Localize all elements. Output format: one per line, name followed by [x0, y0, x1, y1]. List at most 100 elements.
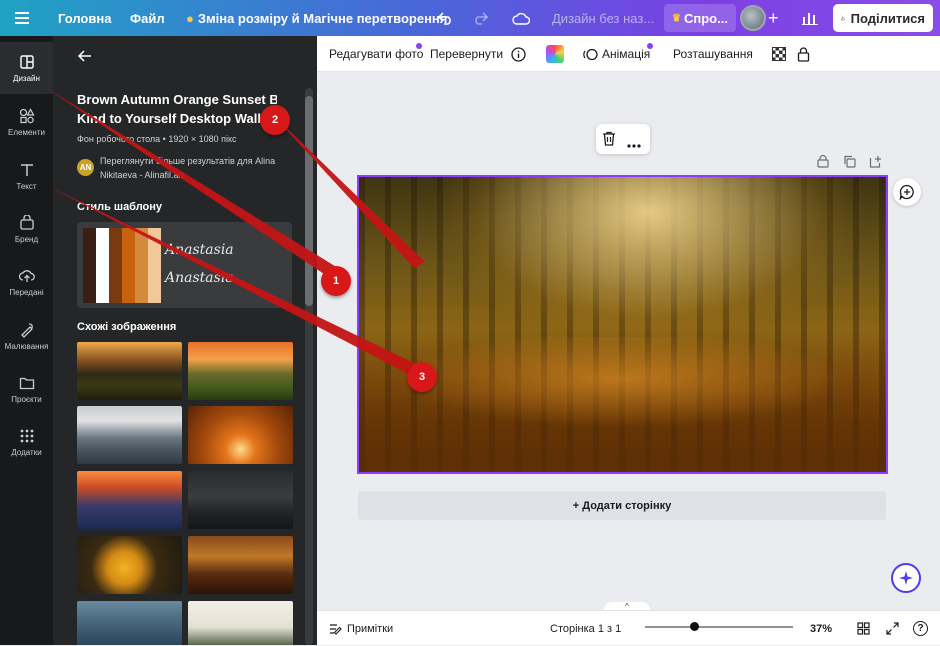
zoom-level[interactable]: 37%: [810, 611, 832, 646]
font-preview: Anastasia: [165, 242, 234, 258]
upgrade-button[interactable]: ♛ Спро...: [664, 4, 736, 32]
lock-icon: [817, 154, 829, 168]
palette-swatch: [122, 228, 135, 303]
edit-photo-button[interactable]: Редагувати фото: [329, 36, 423, 72]
pro-badge: [647, 43, 653, 49]
menu-button[interactable]: [15, 0, 29, 36]
annotation-marker-3: 3: [407, 362, 437, 392]
duplicate-page-button[interactable]: [843, 155, 857, 169]
resize-button[interactable]: ● Зміна розміру й Магічне перетворення: [186, 0, 447, 36]
template-meta: Фон робочого стола • 1920 × 1080 пікс: [77, 134, 237, 144]
similar-image-thumbnail[interactable]: [77, 342, 182, 400]
upload-icon: [18, 269, 35, 282]
lock-page-button[interactable]: [817, 154, 831, 169]
similar-image-thumbnail[interactable]: [77, 536, 182, 594]
bottom-bar: Примітки Сторінка 1 з 1 37% ?: [317, 610, 940, 645]
lock-button[interactable]: [797, 36, 810, 72]
similar-image-thumbnail[interactable]: [188, 342, 293, 400]
redo-icon: [475, 12, 488, 25]
magic-assistant-button[interactable]: [891, 563, 921, 593]
rail-item-apps[interactable]: Додатки: [0, 416, 53, 468]
rail-item-draw[interactable]: Малювання: [0, 310, 53, 362]
annotation-marker-1: 1: [321, 266, 351, 296]
info-button[interactable]: [511, 36, 526, 72]
design-page[interactable]: [357, 175, 888, 474]
color-button[interactable]: [546, 36, 564, 72]
template-style-card[interactable]: Anastasia Anastasia: [77, 222, 292, 308]
add-comment-button[interactable]: [893, 178, 921, 206]
color-palette-icon: [546, 45, 564, 63]
grid-icon: [857, 622, 870, 635]
add-page-bar[interactable]: + Додати сторінку: [358, 491, 886, 520]
top-bar: Головна Файл ● Зміна розміру й Магічне п…: [0, 0, 940, 36]
analytics-button[interactable]: [802, 0, 818, 36]
flip-button[interactable]: Перевернути: [430, 36, 503, 72]
similar-image-thumbnail[interactable]: [77, 406, 182, 464]
rail-item-brand[interactable]: Бренд: [0, 203, 53, 255]
notes-icon: [330, 623, 342, 635]
palette-swatch: [83, 228, 96, 303]
notes-button[interactable]: Примітки: [329, 611, 393, 646]
context-toolbar: Редагувати фото Перевернути Анімація Роз…: [317, 36, 940, 72]
transparency-button[interactable]: [772, 36, 786, 72]
template-style-heading: Стиль шаблону: [77, 201, 163, 213]
brand-icon: [19, 214, 34, 230]
template-title-line: Brown Autumn Orange Sunset Be: [77, 92, 277, 107]
trash-icon: [603, 131, 615, 146]
position-button[interactable]: Розташування: [673, 36, 753, 72]
leaf-ground: [359, 337, 886, 472]
rail-label: Малювання: [4, 341, 49, 351]
rail-label: Елементи: [8, 127, 45, 137]
apps-icon: [20, 429, 33, 442]
rail-item-text[interactable]: Текст: [0, 150, 53, 202]
rail-label: Додатки: [11, 447, 42, 457]
palette-swatch: [148, 228, 161, 303]
cloud-save-button[interactable]: [512, 0, 530, 36]
shapes-icon: [19, 107, 35, 123]
similar-image-thumbnail[interactable]: [188, 406, 293, 464]
rail-item-design[interactable]: Дизайн: [0, 42, 53, 94]
design-name[interactable]: Дизайн без наз...: [552, 0, 654, 36]
animation-label: Анімація: [602, 47, 651, 61]
file-menu[interactable]: Файл: [130, 0, 165, 36]
folder-icon: [19, 377, 34, 389]
share-button[interactable]: Поділитися: [833, 4, 933, 32]
author-link[interactable]: Переглянути більше результатів для Alina…: [100, 154, 300, 182]
grid-view-button[interactable]: [857, 611, 870, 646]
undo-icon: [438, 12, 451, 25]
similar-image-thumbnail[interactable]: [77, 601, 182, 645]
animation-button[interactable]: Анімація: [583, 36, 650, 72]
similar-image-thumbnail[interactable]: [188, 601, 293, 645]
cloud-check-icon: [512, 12, 530, 25]
page-indicator: Сторінка 1 з 1: [550, 622, 622, 635]
rail-item-projects[interactable]: Проєкти: [0, 363, 53, 415]
delete-button[interactable]: [602, 131, 616, 151]
rail-item-elements[interactable]: Елементи: [0, 96, 53, 148]
similar-image-thumbnail[interactable]: [188, 471, 293, 529]
add-page-button[interactable]: [869, 155, 883, 169]
hamburger-icon: [15, 12, 29, 24]
sparkle-icon: [899, 571, 913, 585]
panel-scrollbar-thumb[interactable]: [305, 96, 313, 306]
redo-button[interactable]: [472, 0, 488, 36]
zoom-slider-track[interactable]: [645, 626, 793, 628]
user-avatar[interactable]: [740, 5, 766, 31]
lock-icon: [797, 46, 810, 62]
zoom-slider-handle[interactable]: [690, 622, 699, 631]
annotation-marker-2: 2: [260, 105, 290, 135]
undo-button[interactable]: [438, 0, 454, 36]
add-collaborator-button[interactable]: +: [768, 0, 779, 36]
home-button[interactable]: Головна: [58, 0, 111, 36]
back-button[interactable]: [77, 48, 97, 68]
notes-label: Примітки: [347, 622, 394, 635]
fullscreen-button[interactable]: [886, 611, 899, 646]
rail-item-uploads[interactable]: Передані: [0, 256, 53, 308]
more-options-button[interactable]: [627, 135, 641, 153]
more-dots-icon: [627, 144, 641, 148]
similar-image-thumbnail[interactable]: [77, 471, 182, 529]
add-page-icon: [869, 156, 881, 168]
help-button[interactable]: ?: [913, 611, 928, 646]
info-icon: [511, 46, 526, 62]
resize-label: Зміна розміру й Магічне перетворення: [197, 10, 448, 26]
similar-image-thumbnail[interactable]: [188, 536, 293, 594]
